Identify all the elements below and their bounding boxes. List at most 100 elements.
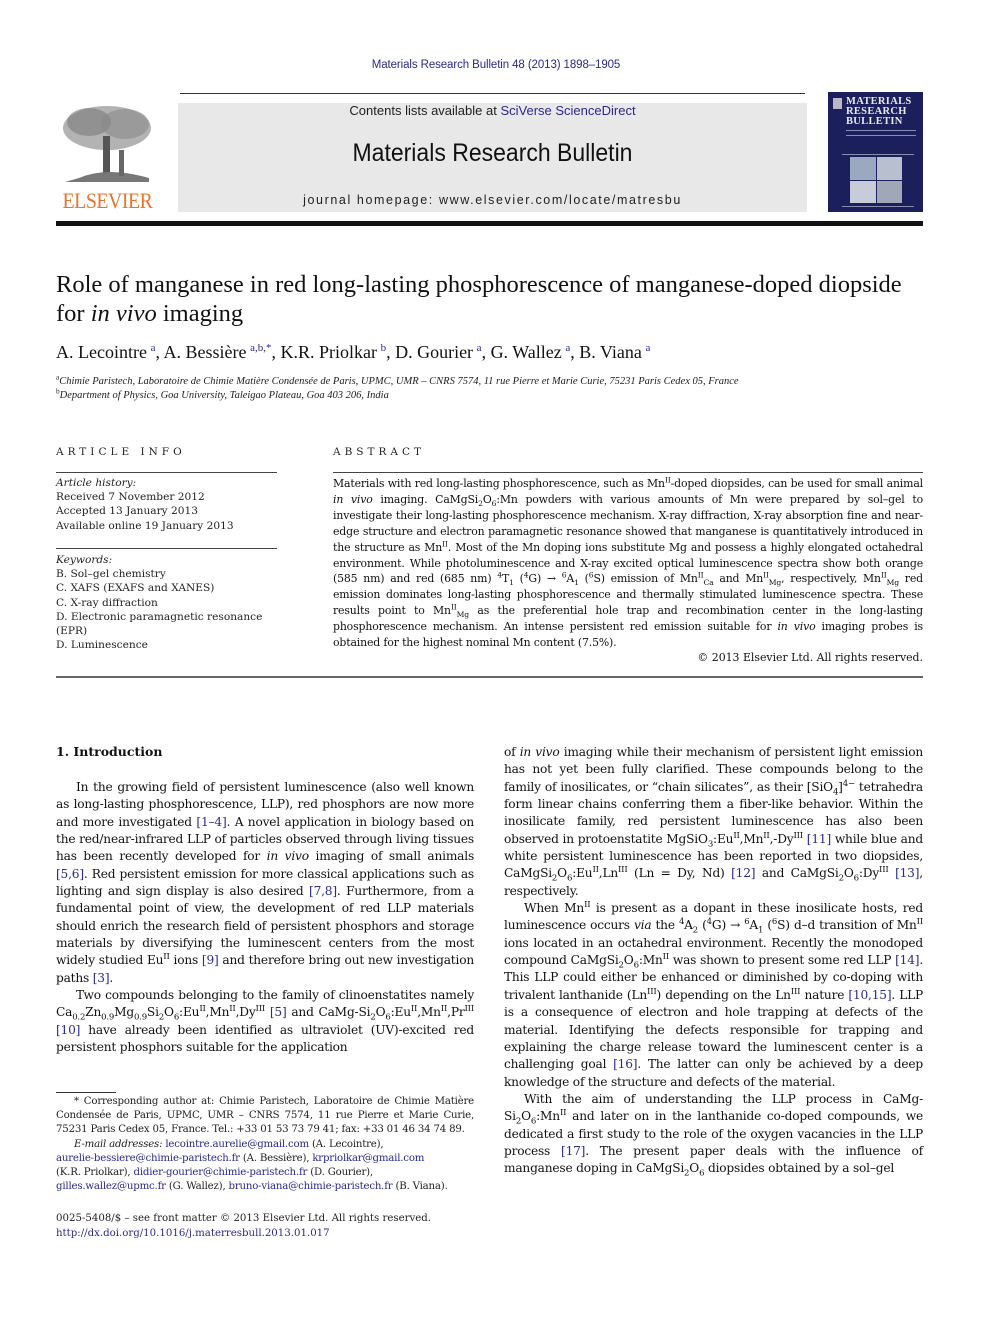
citation-link[interactable]: [1–4] xyxy=(196,815,226,829)
homepage-url[interactable]: www.elsevier.com/locate/matresbu xyxy=(439,193,682,207)
author: A. Bessière xyxy=(163,342,247,362)
title-italic: in vivo xyxy=(90,300,157,327)
sciencedirect-link[interactable]: SciVerse ScienceDirect xyxy=(500,103,635,118)
elsevier-wordmark: ELSEVIER xyxy=(62,188,153,213)
journal-cover[interactable]: MATERIALS RESEARCH BULLETIN xyxy=(828,92,923,212)
paragraph: With the aim of understanding the LLP pr… xyxy=(504,1091,923,1179)
footnote-rule xyxy=(56,1092,116,1093)
affiliation-link[interactable]: a xyxy=(645,342,650,354)
cover-publisher-icon xyxy=(833,98,842,109)
homepage-label: journal homepage: xyxy=(303,193,439,207)
email-owner: (D. Gourier), xyxy=(307,1167,373,1179)
journal-banner: Contents lists available at SciVerse Sci… xyxy=(178,103,807,212)
citation-link[interactable]: [11] xyxy=(807,832,831,846)
email-owner: (K.R. Priolkar), xyxy=(56,1167,131,1179)
paragraph: Two compounds belonging to the family of… xyxy=(56,988,474,1055)
email-link[interactable]: bruno-viana@chimie-paristech.fr xyxy=(229,1181,393,1192)
citation-link[interactable]: [7,8] xyxy=(309,884,337,898)
author-list: A. Lecointre a, A. Bessière a,b,*, K.R. … xyxy=(56,342,651,362)
affiliation-b: bDepartment of Physics, Goa University, … xyxy=(56,387,926,401)
contents-prefix: Contents lists available at xyxy=(349,103,501,118)
cover-title: MATERIALS RESEARCH BULLETIN xyxy=(846,96,912,127)
keywords: Keywords: B. Sol–gel chemistry C. XAFS (… xyxy=(56,553,286,652)
history-label: Article history: xyxy=(56,477,137,489)
author: K.R. Priolkar xyxy=(280,342,377,362)
citation-link[interactable]: [5,6] xyxy=(56,867,84,881)
tree-icon xyxy=(63,106,151,182)
contents-line: Contents lists available at SciVerse Sci… xyxy=(178,103,807,118)
affiliation-link[interactable]: b xyxy=(381,342,387,354)
affiliation-link[interactable]: a,b,* xyxy=(250,342,271,354)
keyword: D. Electronic paramagnetic resonance (EP… xyxy=(56,610,263,638)
email-link[interactable]: gilles.wallez@upmc.fr xyxy=(56,1181,166,1192)
affiliation-link[interactable]: a xyxy=(151,342,156,354)
email-link[interactable]: krpriolkar@gmail.com xyxy=(312,1153,424,1164)
email-owner: (A. Lecointre), xyxy=(308,1138,384,1150)
journal-title: Materials Research Bulletin xyxy=(352,139,633,167)
history-item: Accepted 13 January 2013 xyxy=(56,505,198,518)
divider xyxy=(56,676,923,678)
keyword: C. X-ray diffraction xyxy=(56,596,158,609)
cover-images xyxy=(850,157,902,203)
email-link[interactable]: didier-gourier@chimie-paristech.fr xyxy=(134,1167,308,1178)
cover-divider xyxy=(842,154,914,155)
citation-link[interactable]: [14] xyxy=(895,953,919,967)
cover-footer xyxy=(842,206,914,207)
divider xyxy=(333,472,923,473)
email-addresses: E-mail addresses: lecointre.aurelie@gmai… xyxy=(56,1138,474,1195)
abstract-heading: ABSTRACT xyxy=(333,446,426,458)
citation-link[interactable]: [17] xyxy=(561,1144,585,1158)
citation-link[interactable]: [10] xyxy=(56,1023,80,1037)
keyword: C. XAFS (EXAFS and XANES) xyxy=(56,582,215,595)
elsevier-logo[interactable]: ELSEVIER xyxy=(55,100,160,215)
citation-link[interactable]: [10,15] xyxy=(848,988,891,1002)
corresponding-author-note: * Corresponding author at: Chimie Parist… xyxy=(56,1096,474,1136)
article-history: Article history: Received 7 November 201… xyxy=(56,476,286,533)
email-link[interactable]: lecointre.aurelie@gmail.com xyxy=(165,1139,309,1150)
email-owner: (B. Viana). xyxy=(392,1181,448,1193)
divider xyxy=(56,472,277,473)
history-item: Received 7 November 2012 xyxy=(56,491,205,504)
front-matter: 0025-5408/$ – see front matter © 2013 El… xyxy=(56,1212,474,1241)
body-column-left: In the growing field of persistent lumin… xyxy=(56,779,474,1057)
citation-link[interactable]: [5] xyxy=(270,1005,287,1019)
journal-reference[interactable]: Materials Research Bulletin 48 (2013) 18… xyxy=(0,59,992,71)
keywords-label: Keywords: xyxy=(56,554,113,566)
author: D. Gourier xyxy=(395,342,474,362)
doi-link[interactable]: http://dx.doi.org/10.1016/j.materresbull… xyxy=(56,1228,330,1239)
keyword: D. Luminescence xyxy=(56,639,148,652)
issn-line: 0025-5408/$ – see front matter © 2013 El… xyxy=(56,1213,432,1224)
article-title: Role of manganese in red long-lasting ph… xyxy=(56,270,926,328)
citation-link[interactable]: [13] xyxy=(895,866,919,880)
cover-subtitle xyxy=(846,130,916,136)
citation-link[interactable]: [3] xyxy=(93,971,110,985)
journal-homepage: journal homepage: www.elsevier.com/locat… xyxy=(178,193,807,207)
affiliation-link[interactable]: a xyxy=(477,342,482,354)
affiliation-link[interactable]: a xyxy=(565,342,570,354)
author: B. Viana xyxy=(579,342,642,362)
abstract-copyright: © 2013 Elsevier Ltd. All rights reserved… xyxy=(697,651,923,664)
author: A. Lecointre xyxy=(56,342,147,362)
section-heading: 1. Introduction xyxy=(56,744,163,759)
citation-link[interactable]: [16] xyxy=(613,1057,637,1071)
header-rule xyxy=(180,93,805,94)
footnotes: * Corresponding author at: Chimie Parist… xyxy=(56,1095,474,1194)
affiliation-a: aChimie Paristech, Laboratoire de Chimie… xyxy=(56,373,926,387)
divider xyxy=(56,548,277,549)
keyword: B. Sol–gel chemistry xyxy=(56,568,166,581)
title-text: imaging xyxy=(156,300,244,327)
paragraph: of in vivo imaging while their mechanism… xyxy=(504,745,924,898)
header-thick-rule xyxy=(56,221,923,226)
email-owner: (A. Bessière), xyxy=(239,1152,310,1164)
paragraph: In the growing field of persistent lumin… xyxy=(56,780,474,985)
email-label: E-mail addresses: xyxy=(74,1138,163,1150)
paragraph: When MnII is present as a dopant in thes… xyxy=(504,900,923,1089)
citation-link[interactable]: [12] xyxy=(731,866,755,880)
citation-link[interactable]: [9] xyxy=(202,953,219,967)
body-column-right: of in vivo imaging while their mechanism… xyxy=(504,744,923,1178)
email-owner: (G. Wallez), xyxy=(165,1181,226,1193)
history-item: Available online 19 January 2013 xyxy=(56,519,234,532)
affiliation-text: Chimie Paristech, Laboratoire de Chimie … xyxy=(59,376,739,387)
cover-title-line: BULLETIN xyxy=(846,116,903,127)
email-link[interactable]: aurelie-bessiere@chimie-paristech.fr xyxy=(56,1153,240,1164)
